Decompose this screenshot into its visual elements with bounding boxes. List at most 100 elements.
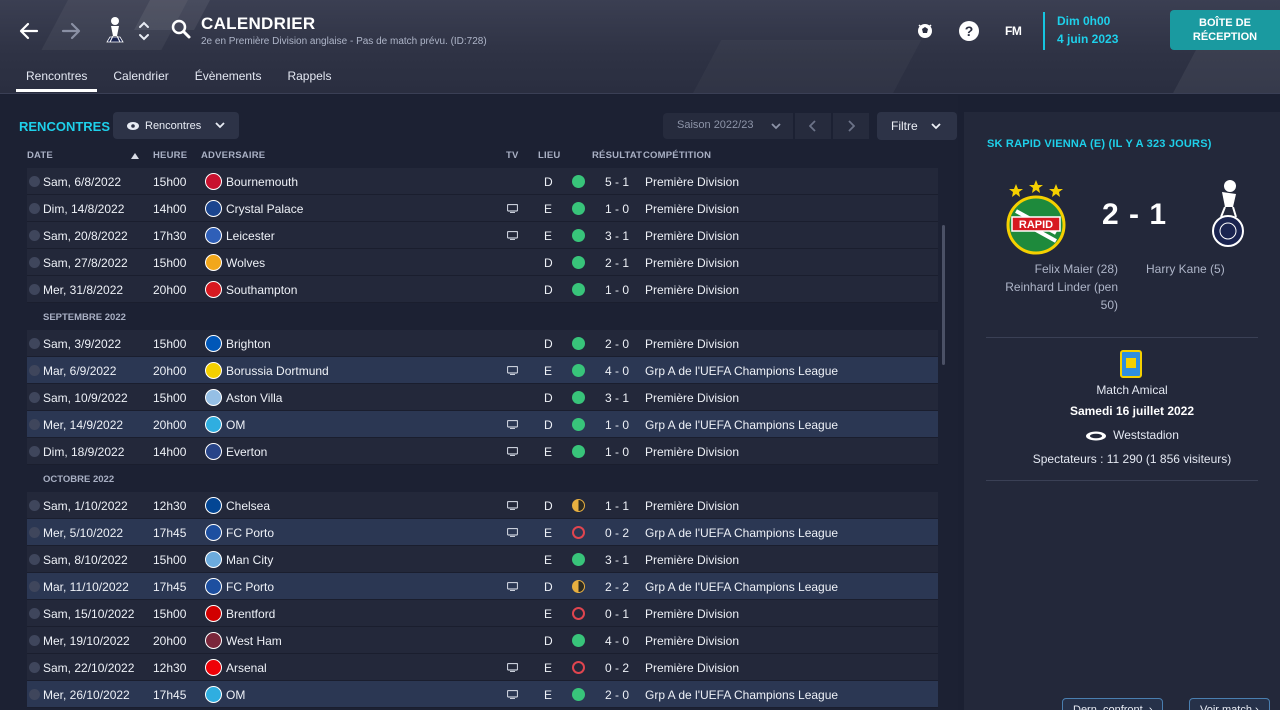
opponent-crest-icon[interactable] (205, 686, 222, 703)
fm-logo[interactable]: FM (1005, 24, 1022, 38)
opponent-crest-icon[interactable] (205, 200, 222, 217)
opponent-crest-icon[interactable] (205, 335, 222, 352)
view-match-button[interactable]: Voir match › (1189, 698, 1270, 710)
opponent-crest-icon[interactable] (205, 443, 222, 460)
match-detail-title[interactable]: SK RAPID VIENNA (E) (IL Y A 323 JOURS) (987, 138, 1212, 150)
tab-calendrier[interactable]: Calendrier (103, 66, 178, 92)
fixture-row[interactable]: Mer, 5/10/2022 17h45 FC Porto E 0 - 2 Grp A d… (27, 519, 938, 546)
fixture-row[interactable]: Mar, 6/9/2022 20h00 Borussia Dortmund E 4 - … (27, 357, 938, 384)
fixture-competition[interactable]: Grp A de l'UEFA Champions League (645, 580, 838, 594)
opponent-name[interactable]: West Ham (226, 634, 282, 648)
season-select[interactable]: Saison 2022/23 (663, 113, 793, 139)
fixture-row[interactable]: Sam, 1/10/2022 12h30 Chelsea D 1 - 1 Première… (27, 492, 938, 519)
fixture-row[interactable]: Mer, 26/10/2022 17h45 OM E 2 - 0 Grp A de l'U… (27, 681, 938, 708)
fixture-competition[interactable]: Grp A de l'UEFA Champions League (645, 688, 838, 702)
opponent-crest-icon[interactable] (205, 254, 222, 271)
opponent-crest-icon[interactable] (205, 632, 222, 649)
col-venue[interactable]: LIEU (538, 150, 560, 161)
opponent-name[interactable]: Bournemouth (226, 175, 298, 189)
opponent-crest-icon[interactable] (205, 605, 222, 622)
fixture-score[interactable]: 2 - 1 (605, 256, 629, 270)
opponent-crest-icon[interactable] (205, 227, 222, 244)
fixture-row[interactable]: Mer, 31/8/2022 20h00 Southampton D 1 - 0 Prem… (27, 276, 938, 303)
football-icon[interactable] (914, 20, 936, 42)
fixture-row[interactable]: Sam, 15/10/2022 15h00 Brentford E 0 - 1 Premi… (27, 600, 938, 627)
col-time[interactable]: HEURE (153, 150, 187, 161)
fixture-score[interactable]: 4 - 0 (605, 634, 629, 648)
fixture-competition[interactable]: Première Division (645, 499, 739, 513)
filter-button[interactable]: Filtre (877, 112, 957, 140)
opponent-name[interactable]: FC Porto (226, 526, 274, 540)
fixture-score[interactable]: 2 - 0 (605, 688, 629, 702)
fixture-competition[interactable]: Première Division (645, 256, 739, 270)
opponent-name[interactable]: Brentford (226, 607, 275, 621)
up-down-icon[interactable] (137, 18, 151, 44)
back-arrow-icon[interactable] (16, 18, 42, 44)
fixture-competition[interactable]: Grp A de l'UEFA Champions League (645, 418, 838, 432)
fixture-competition[interactable]: Première Division (645, 661, 739, 675)
opponent-crest-icon[interactable] (205, 362, 222, 379)
fixture-row[interactable]: Mar, 11/10/2022 17h45 FC Porto D 2 - 2 Grp A … (27, 573, 938, 600)
opponent-crest-icon[interactable] (205, 389, 222, 406)
fixture-score[interactable]: 4 - 0 (605, 364, 629, 378)
opponent-name[interactable]: FC Porto (226, 580, 274, 594)
col-competition[interactable]: COMPÉTITION (643, 150, 711, 161)
opponent-crest-icon[interactable] (205, 416, 222, 433)
fixture-row[interactable]: Mer, 19/10/2022 20h00 West Ham D 4 - 0 Premiè… (27, 627, 938, 654)
game-date[interactable]: Dim 0h00 4 juin 2023 (1043, 12, 1118, 50)
opponent-name[interactable]: Wolves (226, 256, 265, 270)
opponent-name[interactable]: Crystal Palace (226, 202, 303, 216)
fixture-score[interactable]: 5 - 1 (605, 175, 629, 189)
fixture-row[interactable]: Sam, 22/10/2022 12h30 Arsenal E 0 - 2 Premièr… (27, 654, 938, 681)
opponent-name[interactable]: Chelsea (226, 499, 270, 513)
opponent-name[interactable]: Leicester (226, 229, 275, 243)
fixture-competition[interactable]: Grp A de l'UEFA Champions League (645, 526, 838, 540)
fixture-score[interactable]: 0 - 2 (605, 526, 629, 540)
next-season-button[interactable] (833, 113, 869, 139)
fixture-competition[interactable]: Première Division (645, 634, 739, 648)
opponent-name[interactable]: Southampton (226, 283, 297, 297)
opponent-name[interactable]: Brighton (226, 337, 271, 351)
away-team-crest[interactable] (1208, 177, 1248, 251)
fixture-competition[interactable]: Première Division (645, 445, 739, 459)
opponent-name[interactable]: Man City (226, 553, 273, 567)
fixture-competition[interactable]: Première Division (645, 607, 739, 621)
fixture-score[interactable]: 1 - 0 (605, 283, 629, 297)
fixture-row[interactable]: Sam, 20/8/2022 17h30 Leicester E 3 - 1 Premiè… (27, 222, 938, 249)
fixture-row[interactable]: Sam, 10/9/2022 15h00 Aston Villa D 3 - 1 Prem… (27, 384, 938, 411)
fixture-score[interactable]: 1 - 0 (605, 445, 629, 459)
fixture-row[interactable]: Sam, 6/8/2022 15h00 Bournemouth D 5 - 1 Premi… (27, 168, 938, 195)
fixture-competition[interactable]: Première Division (645, 202, 739, 216)
fixture-competition[interactable]: Grp A de l'UEFA Champions League (645, 364, 838, 378)
fixture-score[interactable]: 3 - 1 (605, 391, 629, 405)
fixture-competition[interactable]: Première Division (645, 229, 739, 243)
fixture-competition[interactable]: Première Division (645, 553, 739, 567)
opponent-crest-icon[interactable] (205, 173, 222, 190)
fixture-score[interactable]: 3 - 1 (605, 229, 629, 243)
fixture-score[interactable]: 2 - 2 (605, 580, 629, 594)
fixture-competition[interactable]: Première Division (645, 175, 739, 189)
opponent-name[interactable]: Everton (226, 445, 267, 459)
opponent-name[interactable]: Aston Villa (226, 391, 282, 405)
fixture-score[interactable]: 1 - 1 (605, 499, 629, 513)
sort-ascending-icon[interactable] (131, 153, 139, 159)
view-dropdown[interactable]: Rencontres (113, 112, 239, 139)
fixture-row[interactable]: Dim, 14/8/2022 14h00 Crystal Palace E 1 - 0 P… (27, 195, 938, 222)
fixture-competition[interactable]: Première Division (645, 391, 739, 405)
scrollbar[interactable] (942, 225, 945, 365)
opponent-crest-icon[interactable] (205, 578, 222, 595)
help-icon[interactable]: ? (958, 20, 980, 42)
fixture-score[interactable]: 0 - 2 (605, 661, 629, 675)
opponent-crest-icon[interactable] (205, 551, 222, 568)
fixture-score[interactable]: 1 - 0 (605, 418, 629, 432)
tab-rencontres[interactable]: Rencontres (16, 66, 98, 92)
fixture-row[interactable]: Mer, 14/9/2022 20h00 OM D 1 - 0 Grp A de l'UE… (27, 411, 938, 438)
head-to-head-button[interactable]: Dern. confront. › (1062, 698, 1164, 710)
forward-arrow-icon[interactable] (58, 18, 84, 44)
club-crest-icon[interactable] (102, 14, 128, 48)
opponent-crest-icon[interactable] (205, 524, 222, 541)
opponent-crest-icon[interactable] (205, 281, 222, 298)
home-team-crest[interactable]: RAPID (1002, 179, 1070, 255)
fixture-score[interactable]: 2 - 0 (605, 337, 629, 351)
col-result[interactable]: RÉSULTAT (592, 150, 642, 161)
